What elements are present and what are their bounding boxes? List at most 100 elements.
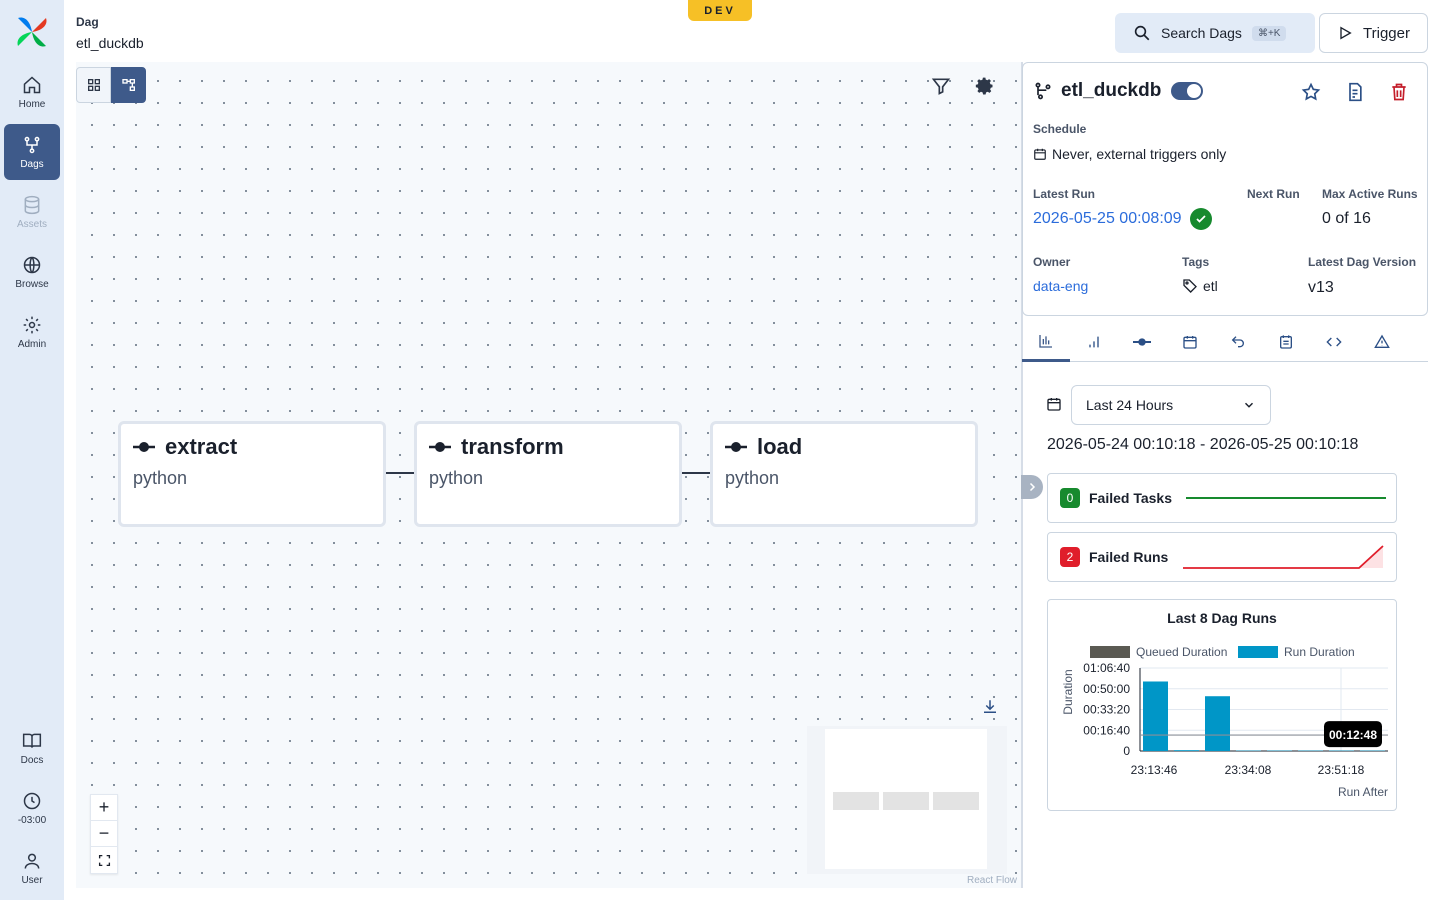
latest-run-link[interactable]: 2026-05-25 00:08:09 <box>1033 210 1182 228</box>
minimap-viewport <box>825 729 987 869</box>
delete-dag-button[interactable] <box>1388 81 1410 103</box>
minimap-node <box>933 792 979 810</box>
dag-tabs <box>1022 322 1428 362</box>
time-range-select[interactable]: Last 24 Hours <box>1071 385 1271 425</box>
nav-docs[interactable]: Docs <box>4 720 60 776</box>
airflow-logo[interactable] <box>14 14 50 50</box>
nav-timezone[interactable]: -03:00 <box>4 780 60 836</box>
trigger-button[interactable]: Trigger <box>1319 13 1428 53</box>
dag-icon <box>1035 82 1051 100</box>
failed-runs-card[interactable]: 2 Failed Runs <box>1047 532 1397 582</box>
task-name: extract <box>165 434 238 459</box>
dag-id: etl_duckdb <box>1061 80 1162 101</box>
plus-icon: + <box>98 797 110 817</box>
nav-home[interactable]: Home <box>4 64 60 120</box>
tab-code[interactable] <box>1310 322 1358 362</box>
task-icon <box>133 442 155 452</box>
y-tick-label: 0 <box>1123 744 1130 758</box>
schedule-label: Schedule <box>1033 122 1087 136</box>
nav-assets[interactable]: Assets <box>4 184 60 240</box>
schedule-value: Never, external triggers only <box>1033 146 1226 162</box>
pause-toggle[interactable] <box>1171 82 1204 100</box>
failed-runs-sparkline <box>1183 545 1384 569</box>
reference-tooltip-label: 00:12:48 <box>1329 728 1377 742</box>
tab-audit-log[interactable] <box>1262 322 1310 362</box>
dag-title: etl_duckdb <box>1033 80 1204 102</box>
task-node-load[interactable]: load python <box>710 421 978 527</box>
breadcrumb-dag-id: etl_duckdb <box>76 35 144 51</box>
latest-run-value: 2026-05-25 00:08:09 <box>1033 208 1212 230</box>
task-operator-type: python <box>725 468 780 488</box>
graph-canvas[interactable]: extract python transform python load pyt… <box>76 62 1021 888</box>
dag-docs-button[interactable] <box>1344 81 1366 103</box>
filter-button[interactable] <box>929 74 953 98</box>
search-dags-button[interactable]: Search Dags ⌘+K <box>1115 13 1315 53</box>
nav-user[interactable]: User <box>4 840 60 896</box>
y-axis-label: Duration <box>1061 669 1075 714</box>
y-tick-label: 00:50:00 <box>1083 682 1130 696</box>
trash-icon <box>1392 83 1406 101</box>
nav-dags[interactable]: Dags <box>4 124 60 180</box>
max-active-runs-value: 0 of 16 <box>1322 210 1371 227</box>
fit-view-button[interactable] <box>91 847 117 873</box>
owner-link[interactable]: data-eng <box>1033 278 1088 294</box>
log-icon <box>1280 335 1292 349</box>
download-graph-button[interactable] <box>981 698 999 721</box>
filter-icon <box>931 78 951 95</box>
grid-view-button[interactable] <box>76 67 111 103</box>
task-icon <box>1133 338 1151 346</box>
favorite-button[interactable] <box>1300 81 1322 103</box>
success-check-icon <box>1189 208 1212 230</box>
breadcrumb-label: Dag <box>76 15 99 29</box>
chevron-right-icon <box>1029 482 1036 492</box>
legend-swatch <box>1238 646 1278 658</box>
search-label: Search Dags <box>1161 25 1242 41</box>
run-duration-bar <box>1143 681 1168 751</box>
user-icon <box>21 850 43 872</box>
tab-calendar[interactable] <box>1166 322 1214 362</box>
task-node-transform[interactable]: transform python <box>414 421 682 527</box>
bar-chart-icon <box>1039 334 1052 348</box>
minimap[interactable] <box>807 726 1007 874</box>
collapse-panel-button[interactable] <box>1021 475 1043 499</box>
star-icon <box>1301 82 1321 101</box>
nav-admin[interactable]: Admin <box>4 304 60 360</box>
react-flow-attribution[interactable]: React Flow <box>967 875 1017 886</box>
home-icon <box>21 74 43 96</box>
gear-icon <box>21 314 43 336</box>
database-icon <box>21 194 43 216</box>
dags-icon <box>21 134 43 156</box>
owner-label: Owner <box>1033 255 1071 269</box>
time-range-text: 2026-05-24 00:10:18 - 2026-05-25 00:10:1… <box>1047 436 1359 453</box>
x-tick-label: 23:13:46 <box>1131 763 1178 777</box>
tags-value: etl <box>1182 278 1218 294</box>
x-tick-label: 23:51:18 <box>1318 763 1365 777</box>
play-icon <box>1340 26 1352 40</box>
tab-overview[interactable] <box>1022 322 1070 362</box>
fit-view-icon <box>98 854 110 866</box>
failed-tasks-sparkline <box>1186 497 1387 499</box>
zoom-in-button[interactable]: + <box>91 795 117 821</box>
task-node-extract[interactable]: extract python <box>118 421 386 527</box>
tags-label: Tags <box>1182 255 1210 269</box>
undo-icon <box>1231 336 1244 348</box>
nav-browse[interactable]: Browse <box>4 244 60 300</box>
failed-runs-label: Failed Runs <box>1089 549 1169 565</box>
latest-version-value: v13 <box>1308 279 1334 296</box>
tab-grid[interactable] <box>1070 322 1118 362</box>
tab-tasks[interactable] <box>1118 322 1166 362</box>
failed-tasks-card[interactable]: 0 Failed Tasks <box>1047 473 1397 523</box>
grid-icon <box>87 79 100 91</box>
tab-backfills[interactable] <box>1214 322 1262 362</box>
zoom-out-button[interactable]: − <box>91 821 117 847</box>
next-run-label: Next Run <box>1247 187 1300 201</box>
tab-warnings[interactable] <box>1358 322 1406 362</box>
warning-icon <box>1374 334 1390 348</box>
dag-runs-chart[interactable]: Queued Duration Run Duration 0 00:16:40 00:3… <box>1048 600 1396 810</box>
task-name: load <box>757 434 803 459</box>
signal-icon <box>1089 336 1099 348</box>
graph-settings-button[interactable] <box>973 74 997 98</box>
graph-view-button[interactable] <box>111 67 146 103</box>
legend-label: Queued Duration <box>1136 645 1227 659</box>
tag-etl[interactable]: etl <box>1203 278 1218 294</box>
